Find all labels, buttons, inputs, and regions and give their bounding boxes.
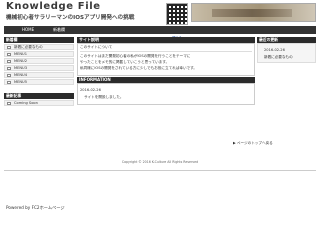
site-intro-line: 私同様にIOSの開発をされている方に少しでもお役に立てれば幸いです。 bbox=[80, 66, 197, 70]
sidebar-item-label: MENU2 bbox=[14, 59, 27, 63]
sidebar-heading-news: 新着欄 bbox=[4, 37, 74, 43]
sidebar-item[interactable]: MENU5 bbox=[4, 79, 74, 85]
global-nav: HOME 新着欄 bbox=[4, 26, 316, 34]
sidebar-item[interactable]: MENU3 bbox=[4, 65, 74, 71]
sidebar-item[interactable]: MENU1 bbox=[4, 51, 74, 57]
divider bbox=[4, 170, 316, 171]
sidebar-item-label: MENU1 bbox=[14, 52, 27, 56]
sidebar-heading-latest: 最新記事 bbox=[4, 93, 74, 99]
sidebar-item[interactable]: MENU2 bbox=[4, 58, 74, 64]
site-title[interactable]: Knowledge File bbox=[6, 1, 101, 12]
sidebar-item[interactable]: Coming Soon bbox=[4, 100, 74, 106]
sidebar-item-label: MENU3 bbox=[14, 66, 27, 70]
page-top-link[interactable]: ▶ ページのトップへ戻る bbox=[233, 141, 273, 146]
folder-icon bbox=[7, 46, 11, 49]
divider bbox=[80, 51, 252, 52]
folder-icon bbox=[7, 81, 11, 84]
folder-icon bbox=[7, 60, 11, 63]
page-top-label: ページのトップへ戻る bbox=[236, 141, 273, 145]
sidebar-item-label: Coming Soon bbox=[14, 101, 38, 105]
folder-icon bbox=[7, 74, 11, 77]
copyright: Copyright © 2016 K-Culture All Rights Re… bbox=[121, 160, 199, 164]
site-intro-line: このサイトはまだ開発初心者の私がIOSの開発を行うことをテーマに bbox=[80, 54, 191, 58]
nav-item-news[interactable]: 新着欄 bbox=[53, 27, 65, 33]
recent-date: 2016-02-26 bbox=[264, 48, 285, 52]
nav-item-home[interactable]: HOME bbox=[22, 27, 34, 32]
site-intro-line: やったことをメモ的に掲載していこうと思っています。 bbox=[80, 60, 170, 64]
header-image bbox=[191, 3, 316, 22]
sidebar-item-label: MENU5 bbox=[14, 80, 27, 84]
information-box: 2016-02-26 サイトを開設しました。 bbox=[77, 83, 255, 105]
qr-code-icon bbox=[166, 3, 188, 25]
site-subtitle: 機械初心者サラリーマンのIOSアプリ開発への挑戦 bbox=[6, 15, 135, 21]
folder-icon bbox=[7, 53, 11, 56]
site-intro-box: このサイトについて このサイトはまだ開発初心者の私がIOSの開発を行うことをテー… bbox=[77, 43, 255, 76]
information-date: 2016-02-26 bbox=[80, 88, 101, 92]
site-intro-subheading: このサイトについて bbox=[80, 45, 113, 49]
information-text[interactable]: サイトを開設しました。 bbox=[84, 95, 124, 100]
folder-icon bbox=[7, 102, 11, 105]
recent-link[interactable]: 新着に必要なもの bbox=[264, 55, 293, 60]
sidebar-item-label: MENU4 bbox=[14, 73, 27, 77]
page: Knowledge File 機械初心者サラリーマンのIOSアプリ開発への挑戦 … bbox=[4, 0, 316, 203]
sidebar-item-label: 新着に必要なもの bbox=[14, 45, 43, 49]
recent-updates-box: 2016-02-26 新着に必要なもの bbox=[257, 43, 316, 63]
sidebar-item[interactable]: 新着に必要なもの bbox=[4, 44, 74, 50]
folder-icon bbox=[7, 67, 11, 70]
sidebar-item[interactable]: MENU4 bbox=[4, 72, 74, 78]
header-image-band bbox=[212, 9, 292, 17]
powered-by-link[interactable]: Powered by FC2ホームページ bbox=[6, 205, 65, 211]
